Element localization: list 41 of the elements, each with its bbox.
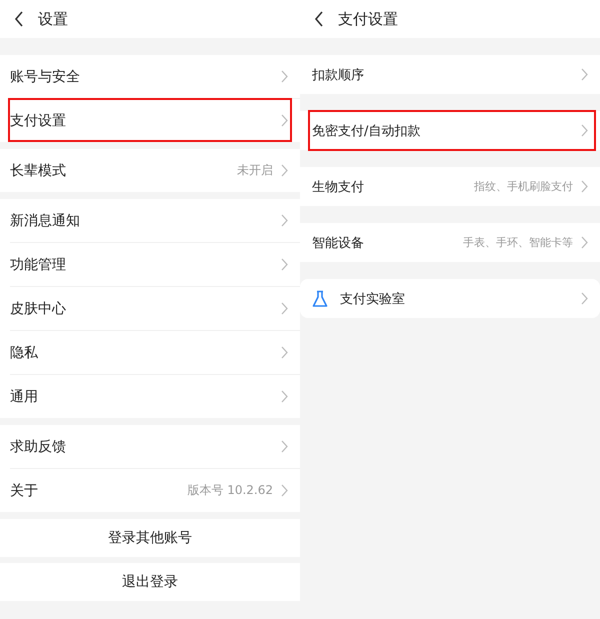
- chevron-icon: [281, 258, 288, 271]
- settings-item[interactable]: 免密支付/自动扣款: [300, 111, 600, 150]
- item-value: 未开启: [237, 162, 273, 179]
- settings-item[interactable]: 隐私: [0, 331, 300, 374]
- page-title: 支付设置: [338, 10, 398, 28]
- settings-item[interactable]: 扣款顺序: [300, 55, 600, 94]
- item-value: 版本号 10.2.62: [187, 482, 273, 499]
- settings-item[interactable]: 长辈模式 未开启: [0, 149, 300, 192]
- settings-item[interactable]: 支付实验室: [300, 279, 600, 318]
- chevron-icon: [581, 236, 588, 249]
- settings-item[interactable]: 关于 版本号 10.2.62: [0, 469, 300, 512]
- page-title: 设置: [38, 10, 68, 28]
- settings-item[interactable]: 通用: [0, 375, 300, 418]
- chevron-icon: [581, 180, 588, 193]
- settings-item[interactable]: 账号与安全: [0, 55, 300, 98]
- account-button[interactable]: 退出登录: [0, 563, 300, 601]
- flask-icon: [312, 290, 328, 308]
- settings-item[interactable]: 生物支付 指纹、手机刷脸支付: [300, 167, 600, 206]
- settings-item[interactable]: 支付设置: [0, 99, 300, 142]
- chevron-icon: [281, 302, 288, 315]
- chevron-icon: [581, 292, 588, 305]
- chevron-icon: [281, 164, 288, 177]
- back-icon[interactable]: [314, 11, 324, 27]
- chevron-icon: [281, 70, 288, 83]
- chevron-icon: [281, 346, 288, 359]
- settings-item[interactable]: 智能设备 手表、手环、智能卡等: [300, 223, 600, 262]
- item-value: 指纹、手机刷脸支付: [474, 179, 573, 194]
- settings-item[interactable]: 求助反馈: [0, 425, 300, 468]
- settings-item[interactable]: 新消息通知: [0, 199, 300, 242]
- chevron-icon: [281, 484, 288, 497]
- chevron-icon: [281, 440, 288, 453]
- chevron-icon: [581, 124, 588, 137]
- settings-item[interactable]: 功能管理: [0, 243, 300, 286]
- chevron-icon: [281, 214, 288, 227]
- settings-item[interactable]: 皮肤中心: [0, 287, 300, 330]
- chevron-icon: [281, 390, 288, 403]
- account-button[interactable]: 登录其他账号: [0, 519, 300, 557]
- back-icon[interactable]: [14, 11, 24, 27]
- chevron-icon: [281, 114, 288, 127]
- chevron-icon: [581, 68, 588, 81]
- item-value: 手表、手环、智能卡等: [463, 235, 573, 250]
